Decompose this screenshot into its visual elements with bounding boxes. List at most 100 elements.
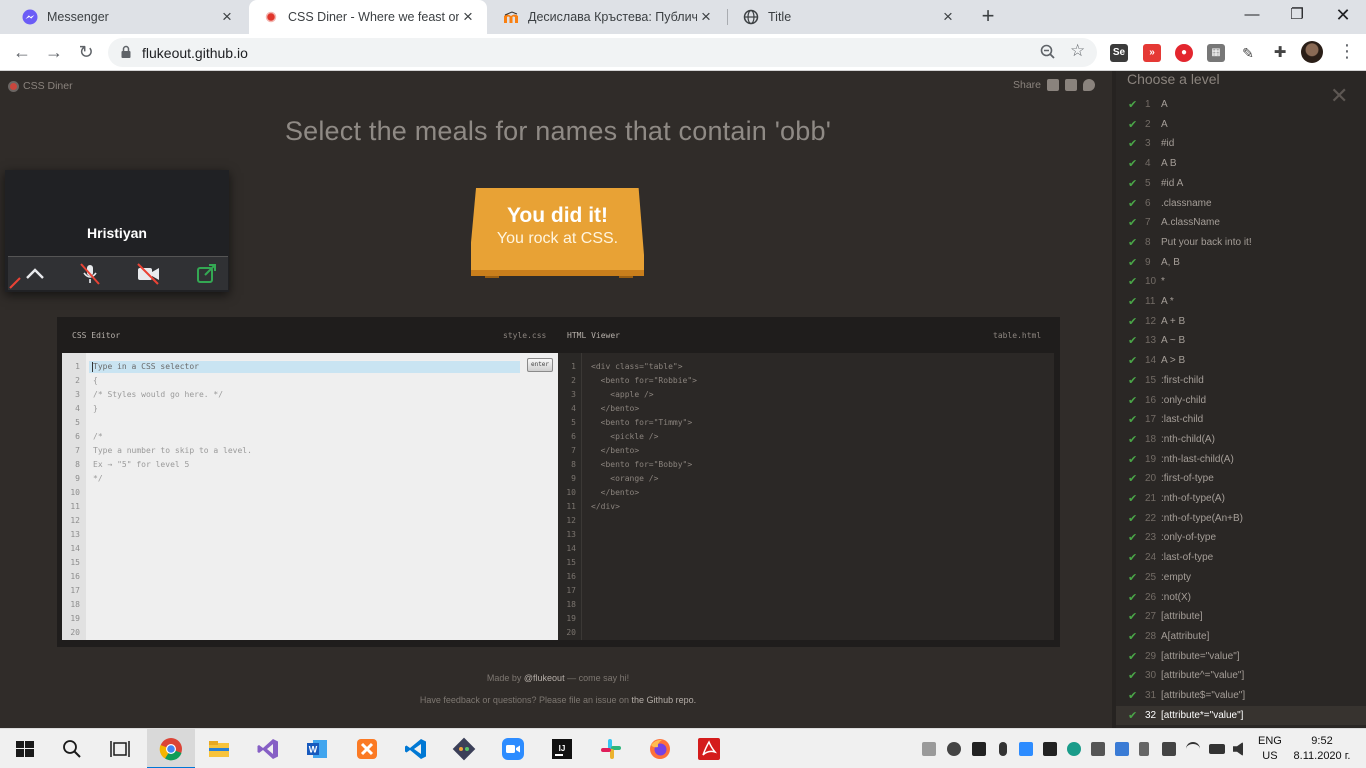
level-item[interactable]: ✔ 30 [attribute^="value"] (1116, 666, 1366, 685)
level-item[interactable]: ✔ 8 Put your back into it! (1116, 233, 1366, 252)
level-item[interactable]: ✔ 7 A.className (1116, 213, 1366, 232)
level-item[interactable]: ✔ 25:empty (1116, 568, 1366, 587)
chrome-icon[interactable] (159, 737, 183, 761)
markup-line[interactable]: <bento for="Bobby"> (591, 460, 693, 469)
tray-app-icon[interactable] (947, 742, 961, 756)
tray-devices-icon[interactable] (1162, 742, 1176, 756)
flukeout-link[interactable]: @flukeout (524, 673, 565, 683)
search-icon[interactable] (60, 737, 84, 761)
twitter-icon[interactable] (1083, 79, 1096, 91)
close-tab-icon[interactable]: × (218, 8, 236, 26)
tray-sync-icon[interactable] (1091, 742, 1105, 756)
level-item[interactable]: ✔ 2 A (1116, 115, 1366, 134)
tray-skype-icon[interactable] (1067, 742, 1081, 756)
level-item[interactable]: ✔ 1 A (1116, 95, 1366, 114)
back-button[interactable]: ← (10, 40, 34, 64)
level-item[interactable]: ✔ 26:not(X) (1116, 588, 1366, 607)
level-item[interactable]: ✔ 4 A B (1116, 154, 1366, 173)
level-item[interactable]: ✔ 16:only-child (1116, 391, 1366, 410)
markup-line[interactable]: <bento for="Robbie"> (591, 376, 697, 385)
close-tab-icon[interactable]: × (697, 8, 715, 26)
forward-button[interactable]: → (42, 40, 66, 64)
tray-network-drive-icon[interactable] (922, 742, 936, 756)
acrobat-icon[interactable] (697, 737, 721, 761)
level-item[interactable]: ✔ 31 [attribute$="value"] (1116, 686, 1366, 705)
markup-line[interactable]: <bento for="Timmy"> (591, 418, 693, 427)
level-item[interactable]: ✔ 22:nth-of-type(An+B) (1116, 509, 1366, 528)
email-icon[interactable] (1047, 79, 1060, 91)
selenium-extension-icon[interactable]: Se (1110, 44, 1128, 62)
level-item[interactable]: ✔ 10 * (1116, 272, 1366, 291)
level-item[interactable]: ✔ 3 #id (1116, 134, 1366, 153)
css-selector-input[interactable]: Type in a CSS selector (89, 361, 520, 373)
bookmark-star-icon[interactable]: ☆ (1070, 41, 1085, 61)
level-item[interactable]: ✔ 5 #id A (1116, 174, 1366, 193)
open-external-icon[interactable] (194, 262, 220, 286)
level-item[interactable]: ✔ 19:nth-last-child(A) (1116, 450, 1366, 469)
video-call-window[interactable]: Hristiyan (5, 170, 229, 292)
camera-off-icon[interactable] (135, 262, 161, 286)
github-repo-link[interactable]: the Github repo. (632, 695, 697, 705)
firefox-icon[interactable] (648, 737, 672, 761)
level-item[interactable]: ✔ 13 A ~ B (1116, 331, 1366, 350)
media-extension-icon[interactable]: » (1143, 44, 1161, 62)
markup-line[interactable]: </bento> (591, 404, 640, 413)
profile-avatar[interactable] (1301, 41, 1323, 63)
volume-icon[interactable] (1233, 742, 1243, 756)
tray-security-icon[interactable] (1043, 742, 1057, 756)
markup-line[interactable]: <orange /> (591, 474, 658, 483)
level-item[interactable]: ✔ 20:first-of-type (1116, 469, 1366, 488)
enter-button[interactable]: enter (527, 358, 553, 372)
level-item[interactable]: ✔ 9 A, B (1116, 253, 1366, 272)
chevron-up-icon[interactable] (22, 262, 48, 286)
tray-display-icon[interactable] (1115, 742, 1129, 756)
level-item[interactable]: ✔ 29 [attribute="value"] (1116, 647, 1366, 666)
level-item[interactable]: ✔ 14 A > B (1116, 351, 1366, 370)
vscode-icon[interactable] (404, 737, 428, 761)
level-item[interactable]: ✔ 17:last-child (1116, 410, 1366, 429)
qr-extension-icon[interactable]: ▦ (1207, 44, 1225, 62)
eyedropper-extension-icon[interactable]: ✎ (1239, 44, 1257, 62)
battery-icon[interactable] (1209, 744, 1225, 754)
level-item[interactable]: ✔ 15:first-child (1116, 371, 1366, 390)
level-item[interactable]: ✔ 24:last-of-type (1116, 548, 1366, 567)
slack-icon[interactable] (599, 737, 623, 761)
intellij-icon[interactable]: IJ (550, 737, 574, 761)
tab-messenger[interactable]: Messenger × (8, 0, 246, 34)
close-tab-icon[interactable]: × (939, 8, 957, 26)
adblock-extension-icon[interactable]: ● (1175, 44, 1193, 62)
system-clock[interactable]: 9:52 8.11.2020 г. (1290, 734, 1354, 764)
xampp-icon[interactable] (355, 737, 379, 761)
level-item[interactable]: ✔ 21:nth-of-type(A) (1116, 489, 1366, 508)
tray-microphone-icon[interactable] (999, 742, 1007, 756)
markup-line[interactable]: </div> (591, 502, 620, 511)
level-item[interactable]: ✔ 11 A * (1116, 292, 1366, 311)
tab-title-page[interactable]: Title × (729, 0, 967, 34)
restore-button[interactable]: ❐ (1282, 4, 1312, 26)
level-item[interactable]: ✔ 28 A[attribute] (1116, 627, 1366, 646)
close-window-button[interactable]: ✕ (1328, 4, 1358, 26)
task-view-icon[interactable] (108, 737, 132, 761)
level-item[interactable]: ✔ 32 [attribute*="value"] (1116, 705, 1366, 725)
level-item[interactable]: ✔ 27 [attribute] (1116, 607, 1366, 626)
markup-line[interactable]: </bento> (591, 446, 640, 455)
chrome-menu-icon[interactable]: ⋮ (1338, 40, 1356, 62)
level-item[interactable]: ✔ 23:only-of-type (1116, 528, 1366, 547)
minimize-button[interactable]: — (1237, 4, 1267, 26)
markup-line[interactable]: </bento> (591, 488, 640, 497)
site-logo[interactable]: CSS Diner (8, 80, 73, 92)
level-item[interactable]: ✔ 12 A + B (1116, 312, 1366, 331)
tray-zoom-icon[interactable] (1019, 742, 1033, 756)
markup-line[interactable]: <apple /> (591, 390, 653, 399)
file-explorer-icon[interactable] (207, 737, 231, 761)
reload-button[interactable]: ↻ (74, 40, 98, 64)
zoom-app-icon[interactable] (501, 737, 525, 761)
address-bar[interactable]: flukeout.github.io ☆ (108, 38, 1097, 67)
tray-usb-icon[interactable] (1139, 742, 1149, 756)
level-item[interactable]: ✔ 18:nth-child(A) (1116, 430, 1366, 449)
new-tab-button[interactable]: + (977, 5, 999, 27)
facebook-icon[interactable] (1065, 79, 1078, 91)
wifi-icon[interactable] (1186, 742, 1200, 756)
zoom-icon[interactable] (1039, 43, 1057, 61)
visual-studio-icon[interactable] (256, 737, 280, 761)
